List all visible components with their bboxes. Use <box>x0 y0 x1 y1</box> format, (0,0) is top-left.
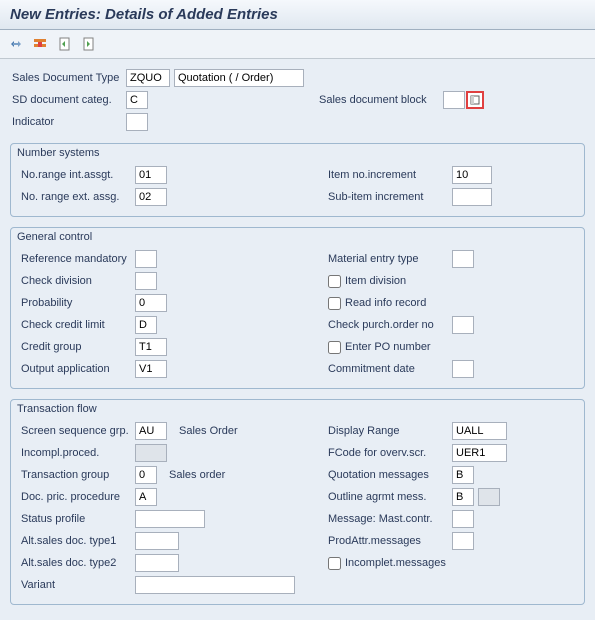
incomplet-label: Incomplet.messages <box>345 557 446 569</box>
credit-group-label: Credit group <box>19 341 131 353</box>
incomplet-checkbox[interactable] <box>328 557 341 570</box>
material-entry-label: Material entry type <box>328 253 448 265</box>
probability-input[interactable] <box>135 294 167 312</box>
status-profile-label: Status profile <box>19 513 131 525</box>
variant-input[interactable] <box>135 576 295 594</box>
alt1-input[interactable] <box>135 532 179 550</box>
outline-input[interactable] <box>452 488 474 506</box>
variant-label: Variant <box>19 579 131 591</box>
fcode-label: FCode for overv.scr. <box>328 447 448 459</box>
toolbar <box>0 30 595 59</box>
enter-po-label: Enter PO number <box>345 341 431 353</box>
doc-pric-label: Doc. pric. procedure <box>19 491 131 503</box>
read-info-label: Read info record <box>345 297 426 309</box>
ref-mandatory-input[interactable] <box>135 250 157 268</box>
transaction-flow-title: Transaction flow <box>17 403 576 415</box>
sub-item-incr-label: Sub-item increment <box>328 191 448 203</box>
no-range-int-input[interactable] <box>135 166 167 184</box>
check-credit-label: Check credit limit <box>19 319 131 331</box>
sd-doc-categ-label: SD document categ. <box>10 94 122 106</box>
sales-doc-block-label: Sales document block <box>319 94 439 106</box>
item-no-incr-input[interactable] <box>452 166 492 184</box>
alt2-label: Alt.sales doc. type2 <box>19 557 131 569</box>
commitment-label: Commitment date <box>328 363 448 375</box>
toolbar-delimit-icon[interactable] <box>30 34 50 54</box>
general-control-title: General control <box>17 231 576 243</box>
trans-group-label: Transaction group <box>19 469 131 481</box>
content: Sales Document Type SD document categ. S… <box>0 59 595 613</box>
item-division-label: Item division <box>345 275 406 287</box>
screen-seq-input[interactable] <box>135 422 167 440</box>
doc-pric-input[interactable] <box>135 488 157 506</box>
sd-doc-categ-input[interactable] <box>126 91 148 109</box>
quot-msg-label: Quotation messages <box>328 469 448 481</box>
enter-po-checkbox[interactable] <box>328 341 341 354</box>
sales-doc-type-input[interactable] <box>126 69 170 87</box>
sales-doc-block-input[interactable] <box>443 91 465 109</box>
indicator-label: Indicator <box>10 116 122 128</box>
toolbar-prev-icon[interactable] <box>54 34 74 54</box>
no-range-ext-label: No. range ext. assg. <box>19 191 131 203</box>
outline-extra-input <box>478 488 500 506</box>
incompl-proced-input <box>135 444 167 462</box>
page-header: New Entries: Details of Added Entries <box>0 0 595 30</box>
number-systems-group: Number systems No.range int.assgt. Item … <box>10 143 585 217</box>
read-info-checkbox[interactable] <box>328 297 341 310</box>
prodattr-label: ProdAttr.messages <box>328 535 448 547</box>
item-no-incr-label: Item no.increment <box>328 169 448 181</box>
msg-mast-input[interactable] <box>452 510 474 528</box>
sales-doc-type-desc-input[interactable] <box>174 69 304 87</box>
alt1-label: Alt.sales doc. type1 <box>19 535 131 547</box>
transaction-flow-group: Transaction flow Screen sequence grp. Sa… <box>10 399 585 605</box>
trans-group-input[interactable] <box>135 466 157 484</box>
credit-group-input[interactable] <box>135 338 167 356</box>
msg-mast-label: Message: Mast.contr. <box>328 513 448 525</box>
incompl-proced-label: Incompl.proced. <box>19 447 131 459</box>
screen-seq-desc: Sales Order <box>179 425 238 437</box>
general-control-group: General control Reference mandatory Mate… <box>10 227 585 389</box>
prodattr-input[interactable] <box>452 532 474 550</box>
check-po-input[interactable] <box>452 316 474 334</box>
check-po-label: Check purch.order no <box>328 319 448 331</box>
item-division-checkbox[interactable] <box>328 275 341 288</box>
display-range-input[interactable] <box>452 422 507 440</box>
trans-group-desc: Sales order <box>169 469 225 481</box>
commitment-input[interactable] <box>452 360 474 378</box>
fcode-input[interactable] <box>452 444 507 462</box>
status-profile-input[interactable] <box>135 510 205 528</box>
screen-seq-label: Screen sequence grp. <box>19 425 131 437</box>
display-range-label: Display Range <box>328 425 448 437</box>
check-division-label: Check division <box>19 275 131 287</box>
alt2-input[interactable] <box>135 554 179 572</box>
outline-label: Outline agrmt mess. <box>328 491 448 503</box>
page-title: New Entries: Details of Added Entries <box>10 6 585 23</box>
material-entry-input[interactable] <box>452 250 474 268</box>
number-systems-title: Number systems <box>17 147 576 159</box>
check-credit-input[interactable] <box>135 316 157 334</box>
probability-label: Probability <box>19 297 131 309</box>
toolbar-next-icon[interactable] <box>78 34 98 54</box>
check-division-input[interactable] <box>135 272 157 290</box>
no-range-int-label: No.range int.assgt. <box>19 169 131 181</box>
sales-doc-type-label: Sales Document Type <box>10 72 122 84</box>
indicator-input[interactable] <box>126 113 148 131</box>
sub-item-incr-input[interactable] <box>452 188 492 206</box>
output-app-label: Output application <box>19 363 131 375</box>
ref-mandatory-label: Reference mandatory <box>19 253 131 265</box>
no-range-ext-input[interactable] <box>135 188 167 206</box>
toolbar-change-icon[interactable] <box>6 34 26 54</box>
output-app-input[interactable] <box>135 360 167 378</box>
quot-msg-input[interactable] <box>452 466 474 484</box>
sales-doc-block-f4-icon[interactable] <box>467 92 483 108</box>
